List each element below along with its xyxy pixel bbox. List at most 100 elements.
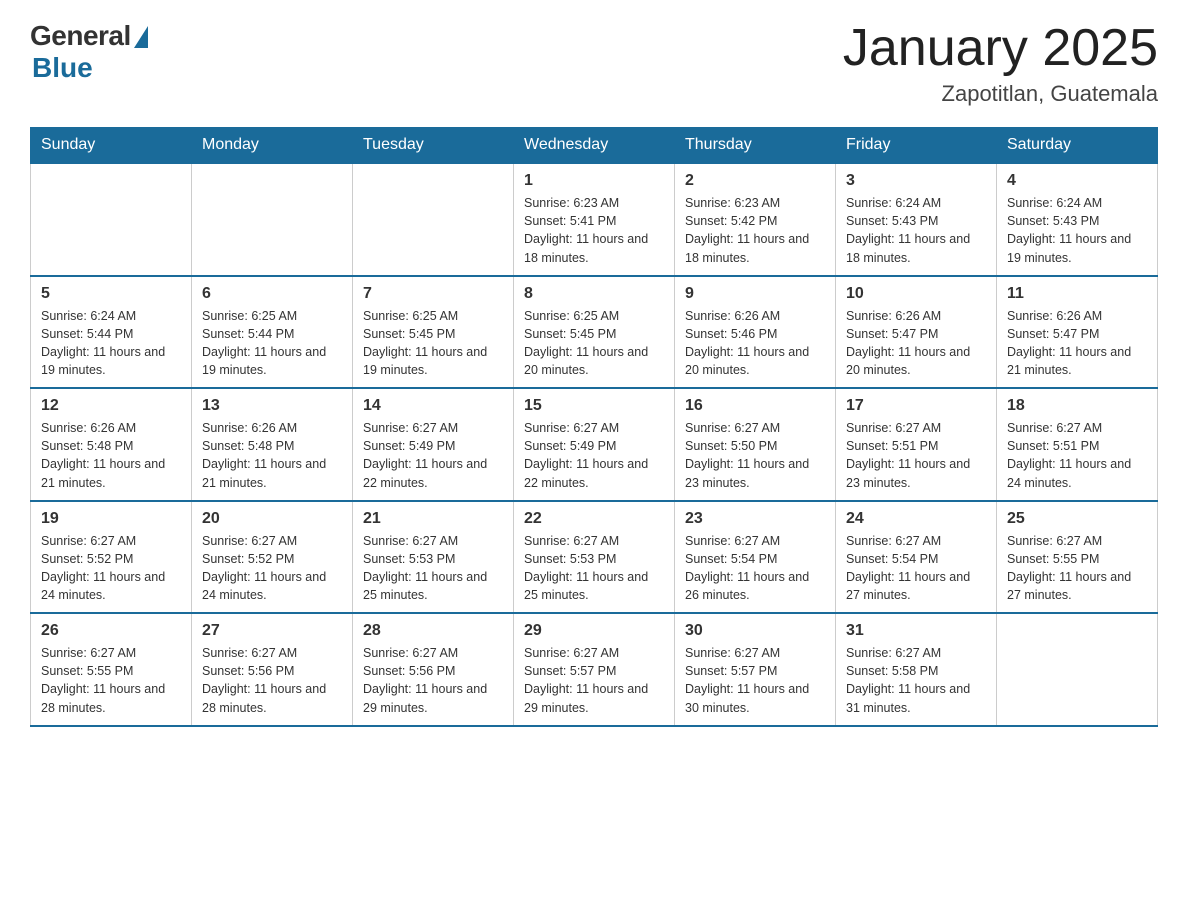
day-info: Sunrise: 6:27 AM Sunset: 5:53 PM Dayligh… bbox=[363, 532, 503, 605]
day-info: Sunrise: 6:27 AM Sunset: 5:55 PM Dayligh… bbox=[1007, 532, 1147, 605]
calendar-cell: 30Sunrise: 6:27 AM Sunset: 5:57 PM Dayli… bbox=[675, 613, 836, 726]
calendar-cell: 13 Sunrise: 6:26 AM Sunset: 5:48 PM Dayli… bbox=[192, 388, 353, 501]
day-number: 3 bbox=[846, 172, 986, 190]
weekday-header-friday: Friday bbox=[836, 128, 997, 164]
day-number: 29 bbox=[524, 622, 664, 640]
day-number: 24 bbox=[846, 510, 986, 528]
calendar-cell: 21 Sunrise: 6:27 AM Sunset: 5:53 PM Dayli… bbox=[353, 501, 514, 614]
calendar-week-row: 26 Sunrise: 6:27 AM Sunset: 5:55 PM Dayli… bbox=[31, 613, 1158, 726]
day-info: Sunrise: 6:27 AM Sunset: 5:57 PM Dayligh… bbox=[685, 644, 825, 717]
month-title: January 2025 bbox=[843, 20, 1158, 77]
day-info: Sunrise: 6:26 AM Sunset: 5:48 PM Dayligh… bbox=[41, 419, 181, 492]
calendar-cell: 29 Sunrise: 6:27 AM Sunset: 5:57 PM Dayli… bbox=[514, 613, 675, 726]
day-info: Sunrise: 6:25 AM Sunset: 5:45 PM Dayligh… bbox=[524, 307, 664, 380]
logo: General Blue bbox=[30, 20, 148, 84]
day-info: Sunrise: 6:27 AM Sunset: 5:56 PM Dayligh… bbox=[202, 644, 342, 717]
day-number: 16 bbox=[685, 397, 825, 415]
day-info: Sunrise: 6:27 AM Sunset: 5:51 PM Dayligh… bbox=[846, 419, 986, 492]
weekday-header-saturday: Saturday bbox=[997, 128, 1158, 164]
calendar-cell: 20 Sunrise: 6:27 AM Sunset: 5:52 PM Dayli… bbox=[192, 501, 353, 614]
day-number: 10 bbox=[846, 285, 986, 303]
calendar-week-row: 12Sunrise: 6:26 AM Sunset: 5:48 PM Dayli… bbox=[31, 388, 1158, 501]
calendar-cell: 3 Sunrise: 6:24 AM Sunset: 5:43 PM Daylig… bbox=[836, 163, 997, 276]
day-number: 1 bbox=[524, 172, 664, 190]
day-info: Sunrise: 6:27 AM Sunset: 5:54 PM Dayligh… bbox=[685, 532, 825, 605]
calendar-cell: 10 Sunrise: 6:26 AM Sunset: 5:47 PM Dayli… bbox=[836, 276, 997, 389]
day-number: 31 bbox=[846, 622, 986, 640]
calendar-cell bbox=[997, 613, 1158, 726]
day-info: Sunrise: 6:23 AM Sunset: 5:41 PM Dayligh… bbox=[524, 194, 664, 267]
calendar-cell: 26 Sunrise: 6:27 AM Sunset: 5:55 PM Dayli… bbox=[31, 613, 192, 726]
day-number: 4 bbox=[1007, 172, 1147, 190]
calendar-cell: 7Sunrise: 6:25 AM Sunset: 5:45 PM Daylig… bbox=[353, 276, 514, 389]
day-info: Sunrise: 6:27 AM Sunset: 5:52 PM Dayligh… bbox=[41, 532, 181, 605]
day-info: Sunrise: 6:26 AM Sunset: 5:47 PM Dayligh… bbox=[846, 307, 986, 380]
day-number: 28 bbox=[363, 622, 503, 640]
day-number: 27 bbox=[202, 622, 342, 640]
day-number: 20 bbox=[202, 510, 342, 528]
day-info: Sunrise: 6:26 AM Sunset: 5:47 PM Dayligh… bbox=[1007, 307, 1147, 380]
day-number: 13 bbox=[202, 397, 342, 415]
day-info: Sunrise: 6:23 AM Sunset: 5:42 PM Dayligh… bbox=[685, 194, 825, 267]
calendar-cell: 11 Sunrise: 6:26 AM Sunset: 5:47 PM Dayli… bbox=[997, 276, 1158, 389]
day-number: 21 bbox=[363, 510, 503, 528]
calendar-cell bbox=[31, 163, 192, 276]
day-info: Sunrise: 6:26 AM Sunset: 5:48 PM Dayligh… bbox=[202, 419, 342, 492]
day-info: Sunrise: 6:25 AM Sunset: 5:45 PM Dayligh… bbox=[363, 307, 503, 380]
weekday-header-sunday: Sunday bbox=[31, 128, 192, 164]
day-info: Sunrise: 6:24 AM Sunset: 5:43 PM Dayligh… bbox=[846, 194, 986, 267]
day-number: 15 bbox=[524, 397, 664, 415]
day-info: Sunrise: 6:27 AM Sunset: 5:54 PM Dayligh… bbox=[846, 532, 986, 605]
day-number: 23 bbox=[685, 510, 825, 528]
calendar-cell: 12Sunrise: 6:26 AM Sunset: 5:48 PM Dayli… bbox=[31, 388, 192, 501]
location-title: Zapotitlan, Guatemala bbox=[843, 81, 1158, 107]
weekday-header-tuesday: Tuesday bbox=[353, 128, 514, 164]
day-info: Sunrise: 6:27 AM Sunset: 5:50 PM Dayligh… bbox=[685, 419, 825, 492]
calendar-cell: 18Sunrise: 6:27 AM Sunset: 5:51 PM Dayli… bbox=[997, 388, 1158, 501]
calendar-cell: 31 Sunrise: 6:27 AM Sunset: 5:58 PM Dayli… bbox=[836, 613, 997, 726]
day-info: Sunrise: 6:24 AM Sunset: 5:44 PM Dayligh… bbox=[41, 307, 181, 380]
day-number: 25 bbox=[1007, 510, 1147, 528]
calendar-cell: 8 Sunrise: 6:25 AM Sunset: 5:45 PM Daylig… bbox=[514, 276, 675, 389]
day-info: Sunrise: 6:26 AM Sunset: 5:46 PM Dayligh… bbox=[685, 307, 825, 380]
calendar-cell: 9 Sunrise: 6:26 AM Sunset: 5:46 PM Daylig… bbox=[675, 276, 836, 389]
day-number: 6 bbox=[202, 285, 342, 303]
logo-general-text: General bbox=[30, 20, 131, 52]
day-info: Sunrise: 6:27 AM Sunset: 5:49 PM Dayligh… bbox=[363, 419, 503, 492]
day-number: 26 bbox=[41, 622, 181, 640]
day-info: Sunrise: 6:27 AM Sunset: 5:57 PM Dayligh… bbox=[524, 644, 664, 717]
calendar-week-row: 19Sunrise: 6:27 AM Sunset: 5:52 PM Dayli… bbox=[31, 501, 1158, 614]
day-number: 8 bbox=[524, 285, 664, 303]
calendar-cell: 4 Sunrise: 6:24 AM Sunset: 5:43 PM Daylig… bbox=[997, 163, 1158, 276]
weekday-header-monday: Monday bbox=[192, 128, 353, 164]
calendar-cell: 17 Sunrise: 6:27 AM Sunset: 5:51 PM Dayli… bbox=[836, 388, 997, 501]
day-info: Sunrise: 6:27 AM Sunset: 5:53 PM Dayligh… bbox=[524, 532, 664, 605]
calendar-cell: 16 Sunrise: 6:27 AM Sunset: 5:50 PM Dayli… bbox=[675, 388, 836, 501]
weekday-header-wednesday: Wednesday bbox=[514, 128, 675, 164]
calendar-cell: 5 Sunrise: 6:24 AM Sunset: 5:44 PM Daylig… bbox=[31, 276, 192, 389]
calendar-week-row: 5 Sunrise: 6:24 AM Sunset: 5:44 PM Daylig… bbox=[31, 276, 1158, 389]
day-number: 17 bbox=[846, 397, 986, 415]
day-info: Sunrise: 6:24 AM Sunset: 5:43 PM Dayligh… bbox=[1007, 194, 1147, 267]
title-block: January 2025 Zapotitlan, Guatemala bbox=[843, 20, 1158, 107]
weekday-header-row: SundayMondayTuesdayWednesdayThursdayFrid… bbox=[31, 128, 1158, 164]
calendar-cell: 1 Sunrise: 6:23 AM Sunset: 5:41 PM Daylig… bbox=[514, 163, 675, 276]
day-info: Sunrise: 6:27 AM Sunset: 5:52 PM Dayligh… bbox=[202, 532, 342, 605]
day-info: Sunrise: 6:27 AM Sunset: 5:58 PM Dayligh… bbox=[846, 644, 986, 717]
calendar-cell bbox=[353, 163, 514, 276]
calendar-cell: 28Sunrise: 6:27 AM Sunset: 5:56 PM Dayli… bbox=[353, 613, 514, 726]
calendar-table: SundayMondayTuesdayWednesdayThursdayFrid… bbox=[30, 127, 1158, 727]
logo-blue-text: Blue bbox=[32, 52, 93, 84]
calendar-cell: 24 Sunrise: 6:27 AM Sunset: 5:54 PM Dayli… bbox=[836, 501, 997, 614]
calendar-cell: 27 Sunrise: 6:27 AM Sunset: 5:56 PM Dayli… bbox=[192, 613, 353, 726]
calendar-cell: 6Sunrise: 6:25 AM Sunset: 5:44 PM Daylig… bbox=[192, 276, 353, 389]
calendar-cell: 23 Sunrise: 6:27 AM Sunset: 5:54 PM Dayli… bbox=[675, 501, 836, 614]
page-header: General Blue January 2025 Zapotitlan, Gu… bbox=[30, 20, 1158, 107]
day-info: Sunrise: 6:27 AM Sunset: 5:49 PM Dayligh… bbox=[524, 419, 664, 492]
day-info: Sunrise: 6:27 AM Sunset: 5:55 PM Dayligh… bbox=[41, 644, 181, 717]
day-number: 11 bbox=[1007, 285, 1147, 303]
calendar-cell: 15 Sunrise: 6:27 AM Sunset: 5:49 PM Dayli… bbox=[514, 388, 675, 501]
day-number: 9 bbox=[685, 285, 825, 303]
day-number: 5 bbox=[41, 285, 181, 303]
calendar-cell: 25 Sunrise: 6:27 AM Sunset: 5:55 PM Dayli… bbox=[997, 501, 1158, 614]
